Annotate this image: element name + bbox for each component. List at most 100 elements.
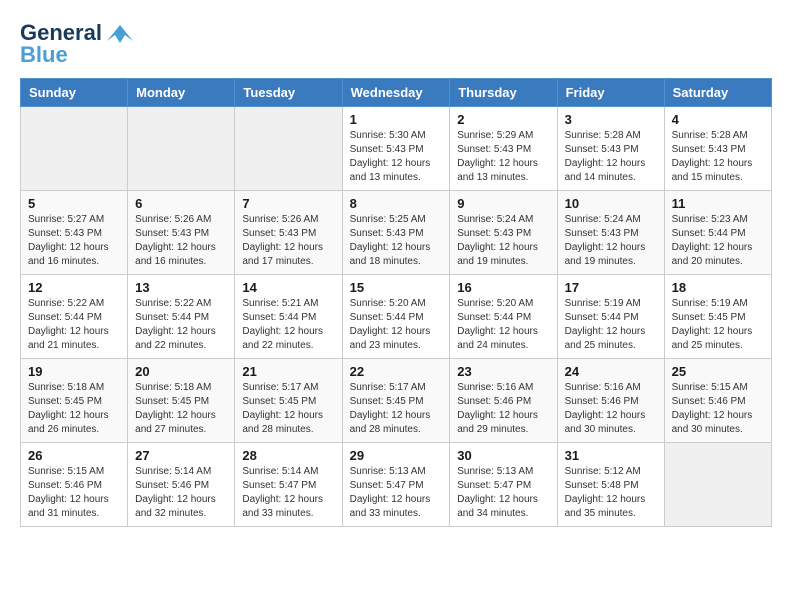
calendar-week-row: 5 Sunrise: 5:27 AM Sunset: 5:43 PM Daylig… xyxy=(21,191,772,275)
calendar-day-cell: 22 Sunrise: 5:17 AM Sunset: 5:45 PM Dayli… xyxy=(342,359,450,443)
calendar-day-cell: 10 Sunrise: 5:24 AM Sunset: 5:43 PM Dayli… xyxy=(557,191,664,275)
day-number: 6 xyxy=(135,196,227,211)
day-number: 10 xyxy=(565,196,657,211)
calendar-day-cell: 17 Sunrise: 5:19 AM Sunset: 5:44 PM Dayli… xyxy=(557,275,664,359)
day-info: Sunrise: 5:26 AM Sunset: 5:43 PM Dayligh… xyxy=(242,213,334,269)
calendar-day-cell: 28 Sunrise: 5:14 AM Sunset: 5:47 PM Dayli… xyxy=(235,443,342,527)
calendar-day-cell xyxy=(664,443,771,527)
day-info: Sunrise: 5:23 AM Sunset: 5:44 PM Dayligh… xyxy=(672,213,764,269)
day-info: Sunrise: 5:30 AM Sunset: 5:43 PM Dayligh… xyxy=(350,129,443,185)
day-info: Sunrise: 5:13 AM Sunset: 5:47 PM Dayligh… xyxy=(457,465,549,521)
day-info: Sunrise: 5:20 AM Sunset: 5:44 PM Dayligh… xyxy=(457,297,549,353)
day-number: 17 xyxy=(565,280,657,295)
day-number: 12 xyxy=(28,280,120,295)
calendar-day-cell: 3 Sunrise: 5:28 AM Sunset: 5:43 PM Daylig… xyxy=(557,107,664,191)
calendar-day-cell: 13Sunrise: 5:22 AM Sunset: 5:44 PM Dayli… xyxy=(128,275,235,359)
day-info: Sunrise: 5:17 AM Sunset: 5:45 PM Dayligh… xyxy=(350,381,443,437)
day-number: 21 xyxy=(242,364,334,379)
calendar-day-cell: 1 Sunrise: 5:30 AM Sunset: 5:43 PM Daylig… xyxy=(342,107,450,191)
day-info: Sunrise: 5:20 AM Sunset: 5:44 PM Dayligh… xyxy=(350,297,443,353)
day-number: 11 xyxy=(672,196,764,211)
day-info: Sunrise: 5:28 AM Sunset: 5:43 PM Dayligh… xyxy=(565,129,657,185)
calendar-table: SundayMondayTuesdayWednesdayThursdayFrid… xyxy=(20,78,772,527)
day-number: 5 xyxy=(28,196,120,211)
calendar-day-cell xyxy=(21,107,128,191)
calendar-container: General Blue SundayMondayTuesdayWednesda… xyxy=(0,0,792,537)
calendar-week-row: 26 Sunrise: 5:15 AM Sunset: 5:46 PM Dayli… xyxy=(21,443,772,527)
day-number: 4 xyxy=(672,112,764,127)
day-number: 15 xyxy=(350,280,443,295)
logo-blue-text: Blue xyxy=(20,42,68,68)
day-number: 9 xyxy=(457,196,549,211)
calendar-week-row: 1 Sunrise: 5:30 AM Sunset: 5:43 PM Daylig… xyxy=(21,107,772,191)
day-info: Sunrise: 5:24 AM Sunset: 5:43 PM Dayligh… xyxy=(565,213,657,269)
day-of-week-header: Sunday xyxy=(21,79,128,107)
calendar-day-cell: 4 Sunrise: 5:28 AM Sunset: 5:43 PM Daylig… xyxy=(664,107,771,191)
calendar-day-cell: 24Sunrise: 5:16 AM Sunset: 5:46 PM Dayli… xyxy=(557,359,664,443)
calendar-day-cell xyxy=(128,107,235,191)
day-of-week-header: Thursday xyxy=(450,79,557,107)
day-number: 27 xyxy=(135,448,227,463)
day-info: Sunrise: 5:14 AM Sunset: 5:47 PM Dayligh… xyxy=(242,465,334,521)
day-number: 19 xyxy=(28,364,120,379)
day-info: Sunrise: 5:22 AM Sunset: 5:44 PM Dayligh… xyxy=(28,297,120,353)
day-number: 8 xyxy=(350,196,443,211)
day-number: 1 xyxy=(350,112,443,127)
day-info: Sunrise: 5:19 AM Sunset: 5:44 PM Dayligh… xyxy=(565,297,657,353)
calendar-week-row: 12 Sunrise: 5:22 AM Sunset: 5:44 PM Dayli… xyxy=(21,275,772,359)
day-of-week-header: Wednesday xyxy=(342,79,450,107)
calendar-day-cell: 20 Sunrise: 5:18 AM Sunset: 5:45 PM Dayli… xyxy=(128,359,235,443)
day-number: 7 xyxy=(242,196,334,211)
calendar-day-cell: 15 Sunrise: 5:20 AM Sunset: 5:44 PM Dayli… xyxy=(342,275,450,359)
calendar-day-cell: 27Sunrise: 5:14 AM Sunset: 5:46 PM Dayli… xyxy=(128,443,235,527)
day-of-week-header: Friday xyxy=(557,79,664,107)
day-number: 14 xyxy=(242,280,334,295)
day-info: Sunrise: 5:27 AM Sunset: 5:43 PM Dayligh… xyxy=(28,213,120,269)
calendar-day-cell: 12 Sunrise: 5:22 AM Sunset: 5:44 PM Dayli… xyxy=(21,275,128,359)
calendar-day-cell xyxy=(235,107,342,191)
day-number: 23 xyxy=(457,364,549,379)
calendar-day-cell: 30 Sunrise: 5:13 AM Sunset: 5:47 PM Dayli… xyxy=(450,443,557,527)
calendar-day-cell: 11 Sunrise: 5:23 AM Sunset: 5:44 PM Dayli… xyxy=(664,191,771,275)
calendar-day-cell: 7 Sunrise: 5:26 AM Sunset: 5:43 PM Daylig… xyxy=(235,191,342,275)
day-number: 25 xyxy=(672,364,764,379)
day-info: Sunrise: 5:12 AM Sunset: 5:48 PM Dayligh… xyxy=(565,465,657,521)
day-number: 26 xyxy=(28,448,120,463)
day-info: Sunrise: 5:24 AM Sunset: 5:43 PM Dayligh… xyxy=(457,213,549,269)
day-number: 30 xyxy=(457,448,549,463)
day-info: Sunrise: 5:25 AM Sunset: 5:43 PM Dayligh… xyxy=(350,213,443,269)
calendar-day-cell: 31 Sunrise: 5:12 AM Sunset: 5:48 PM Dayli… xyxy=(557,443,664,527)
calendar-week-row: 19 Sunrise: 5:18 AM Sunset: 5:45 PM Dayli… xyxy=(21,359,772,443)
day-number: 20 xyxy=(135,364,227,379)
day-number: 28 xyxy=(242,448,334,463)
day-info: Sunrise: 5:28 AM Sunset: 5:43 PM Dayligh… xyxy=(672,129,764,185)
day-of-week-header: Tuesday xyxy=(235,79,342,107)
day-info: Sunrise: 5:21 AM Sunset: 5:44 PM Dayligh… xyxy=(242,297,334,353)
day-info: Sunrise: 5:17 AM Sunset: 5:45 PM Dayligh… xyxy=(242,381,334,437)
calendar-header-row: SundayMondayTuesdayWednesdayThursdayFrid… xyxy=(21,79,772,107)
day-number: 13 xyxy=(135,280,227,295)
calendar-day-cell: 14 Sunrise: 5:21 AM Sunset: 5:44 PM Dayli… xyxy=(235,275,342,359)
day-number: 18 xyxy=(672,280,764,295)
day-info: Sunrise: 5:13 AM Sunset: 5:47 PM Dayligh… xyxy=(350,465,443,521)
day-number: 22 xyxy=(350,364,443,379)
day-info: Sunrise: 5:15 AM Sunset: 5:46 PM Dayligh… xyxy=(28,465,120,521)
calendar-day-cell: 9 Sunrise: 5:24 AM Sunset: 5:43 PM Daylig… xyxy=(450,191,557,275)
day-number: 31 xyxy=(565,448,657,463)
day-number: 29 xyxy=(350,448,443,463)
day-info: Sunrise: 5:26 AM Sunset: 5:43 PM Dayligh… xyxy=(135,213,227,269)
day-info: Sunrise: 5:29 AM Sunset: 5:43 PM Dayligh… xyxy=(457,129,549,185)
day-number: 2 xyxy=(457,112,549,127)
calendar-day-cell: 21 Sunrise: 5:17 AM Sunset: 5:45 PM Dayli… xyxy=(235,359,342,443)
day-info: Sunrise: 5:18 AM Sunset: 5:45 PM Dayligh… xyxy=(135,381,227,437)
day-number: 3 xyxy=(565,112,657,127)
day-of-week-header: Monday xyxy=(128,79,235,107)
calendar-day-cell: 25 Sunrise: 5:15 AM Sunset: 5:46 PM Dayli… xyxy=(664,359,771,443)
calendar-day-cell: 5 Sunrise: 5:27 AM Sunset: 5:43 PM Daylig… xyxy=(21,191,128,275)
day-info: Sunrise: 5:19 AM Sunset: 5:45 PM Dayligh… xyxy=(672,297,764,353)
calendar-day-cell: 8 Sunrise: 5:25 AM Sunset: 5:43 PM Daylig… xyxy=(342,191,450,275)
day-number: 16 xyxy=(457,280,549,295)
calendar-day-cell: 16 Sunrise: 5:20 AM Sunset: 5:44 PM Dayli… xyxy=(450,275,557,359)
day-info: Sunrise: 5:15 AM Sunset: 5:46 PM Dayligh… xyxy=(672,381,764,437)
calendar-day-cell: 29 Sunrise: 5:13 AM Sunset: 5:47 PM Dayli… xyxy=(342,443,450,527)
